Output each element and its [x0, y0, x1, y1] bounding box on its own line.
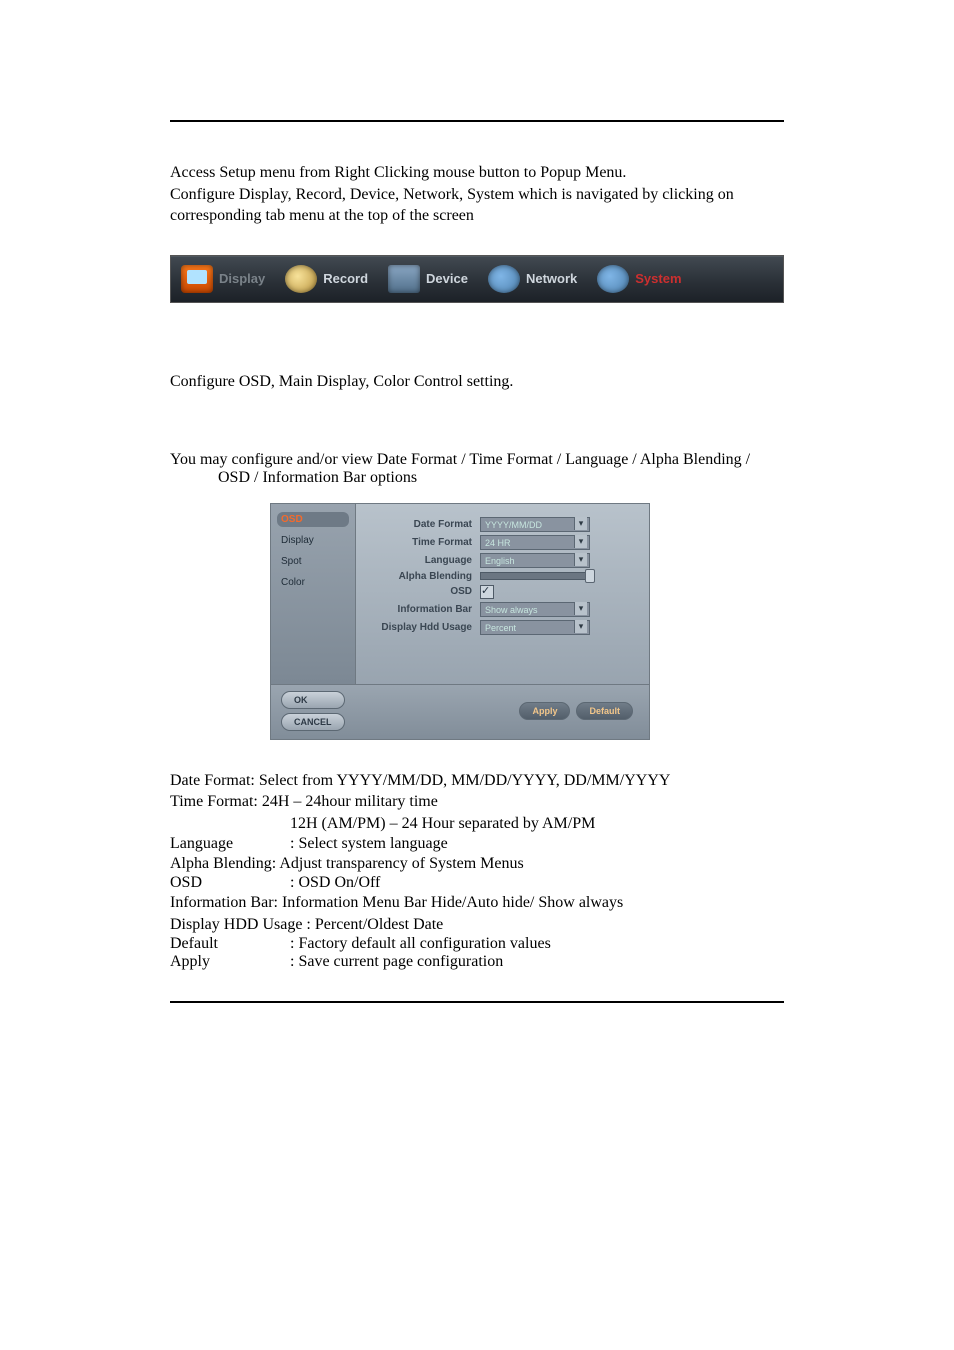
- label-osd: OSD: [370, 586, 472, 597]
- intro-line-2: Configure Display, Record, Device, Netwo…: [170, 184, 784, 227]
- record-icon: [285, 265, 317, 293]
- setup-tabstrip: Display Record Device Network System: [170, 255, 784, 303]
- definitions-block: Date Format: Select from YYYY/MM/DD, MM/…: [170, 770, 784, 972]
- slider-thumb[interactable]: [585, 569, 595, 583]
- def-apply-val: : Save current page configuration: [290, 953, 503, 971]
- select-information-bar[interactable]: Show always: [480, 602, 590, 617]
- checkbox-osd[interactable]: [480, 585, 494, 599]
- def-display-hdd-usage: Display HDD Usage : Percent/Oldest Date: [170, 914, 784, 936]
- sidebar-item-spot[interactable]: Spot: [277, 554, 349, 569]
- tab-network[interactable]: Network: [478, 256, 587, 302]
- tab-system-label: System: [635, 271, 681, 286]
- device-icon: [388, 265, 420, 293]
- select-date-format[interactable]: YYYY/MM/DD: [480, 517, 590, 532]
- def-alpha-blending: Alpha Blending: Adjust transparency of S…: [170, 853, 784, 875]
- tab-display-label: Display: [219, 271, 265, 286]
- def-default-key: Default: [170, 935, 290, 953]
- osd-form: Date Format YYYY/MM/DD Time Format 24 HR…: [356, 504, 649, 684]
- display-icon: [181, 265, 213, 293]
- bottom-rule: [170, 1001, 784, 1003]
- label-information-bar: Information Bar: [370, 604, 472, 615]
- def-date-format: Date Format: Select from YYYY/MM/DD, MM/…: [170, 770, 784, 792]
- sidebar-item-display[interactable]: Display: [277, 533, 349, 548]
- tab-record-label: Record: [323, 271, 368, 286]
- select-display-hdd-usage[interactable]: Percent: [480, 620, 590, 635]
- def-default-val: : Factory default all configuration valu…: [290, 935, 551, 953]
- select-language[interactable]: English: [480, 553, 590, 568]
- intro-line-1: Access Setup menu from Right Clicking mo…: [170, 162, 784, 184]
- configure-summary: Configure OSD, Main Display, Color Contr…: [170, 373, 784, 391]
- label-date-format: Date Format: [370, 519, 472, 530]
- def-apply-key: Apply: [170, 953, 290, 971]
- tab-system[interactable]: System: [587, 256, 691, 302]
- label-time-format: Time Format: [370, 537, 472, 548]
- slider-alpha-blending[interactable]: [480, 572, 592, 580]
- apply-button[interactable]: Apply: [519, 702, 570, 720]
- label-alpha-blending: Alpha Blending: [370, 571, 472, 582]
- label-language: Language: [370, 555, 472, 566]
- intro-paragraph: Access Setup menu from Right Clicking mo…: [170, 162, 784, 227]
- osd-intro: You may configure and/or view Date Forma…: [170, 451, 784, 487]
- ok-button[interactable]: OK: [281, 691, 345, 709]
- def-osd-val: : OSD On/Off: [290, 874, 380, 892]
- def-osd-key: OSD: [170, 874, 290, 892]
- system-icon: [597, 265, 629, 293]
- def-language-val: : Select system language: [290, 835, 448, 853]
- default-button[interactable]: Default: [576, 702, 633, 720]
- tab-device[interactable]: Device: [378, 256, 478, 302]
- def-time-format-b: 12H (AM/PM) – 24 Hour separated by AM/PM: [170, 813, 784, 835]
- cancel-button[interactable]: CANCEL: [281, 713, 345, 731]
- top-rule: [170, 120, 784, 122]
- tab-network-label: Network: [526, 271, 577, 286]
- def-information-bar: Information Bar: Information Menu Bar Hi…: [170, 892, 784, 914]
- select-time-format[interactable]: 24 HR: [480, 535, 590, 550]
- tab-device-label: Device: [426, 271, 468, 286]
- network-icon: [488, 265, 520, 293]
- sidebar-item-osd[interactable]: OSD: [277, 512, 349, 527]
- tab-display[interactable]: Display: [171, 256, 275, 302]
- tab-record[interactable]: Record: [275, 256, 378, 302]
- def-time-format-a: Time Format: 24H – 24hour military time: [170, 791, 784, 813]
- osd-footer: OK CANCEL Apply Default: [271, 684, 649, 739]
- sidebar-item-color[interactable]: Color: [277, 575, 349, 590]
- label-display-hdd-usage: Display Hdd Usage: [370, 622, 472, 633]
- osd-sidebar: OSD Display Spot Color: [271, 504, 356, 684]
- def-language-key: Language: [170, 835, 290, 853]
- osd-settings-panel: OSD Display Spot Color Date Format YYYY/…: [270, 503, 650, 740]
